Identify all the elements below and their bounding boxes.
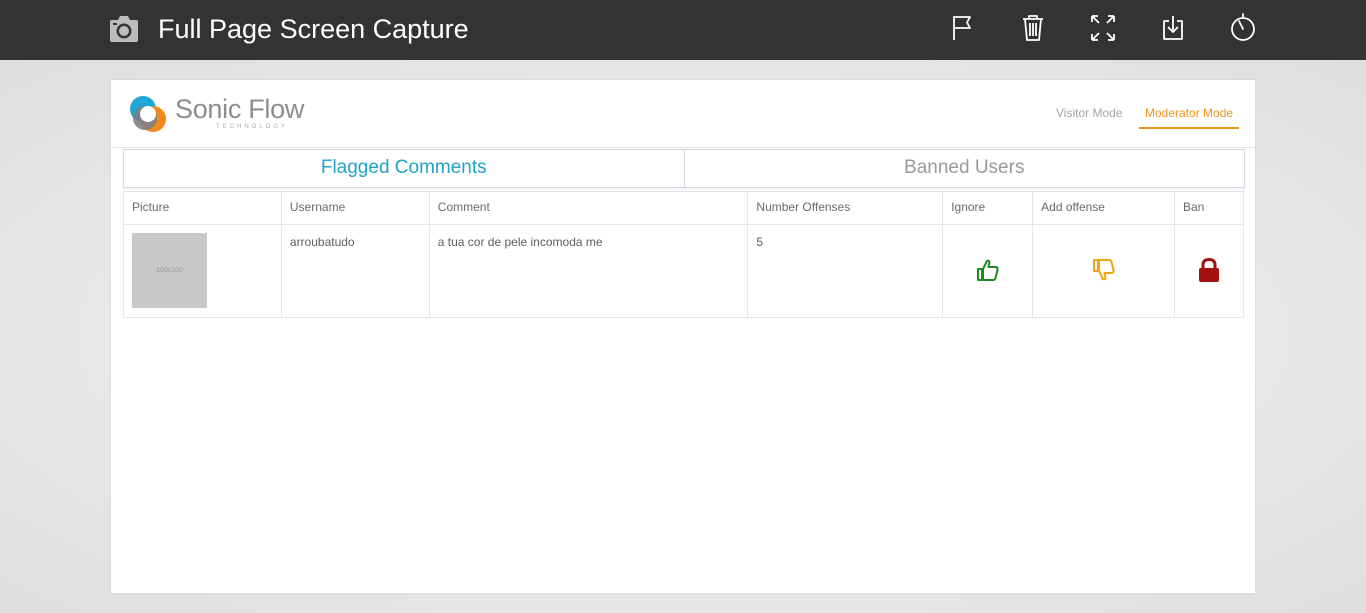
table-header-row: Picture Username Comment Number Offenses… [123, 191, 1244, 225]
thumbs-up-icon[interactable] [976, 258, 1000, 282]
column-header-ignore: Ignore [942, 191, 1034, 225]
logo-name: Sonic Flow [175, 94, 305, 124]
expand-icon[interactable] [1088, 12, 1118, 44]
flagged-comments-table: Picture Username Comment Number Offenses… [123, 191, 1244, 318]
visitor-mode-link[interactable]: Visitor Mode [1056, 106, 1122, 120]
capture-title: Full Page Screen Capture [158, 14, 469, 44]
camera-icon [108, 14, 140, 44]
tab-banned-users[interactable]: Banned Users [685, 150, 1245, 187]
logo-mark-icon [127, 93, 169, 135]
tab-bar: Flagged Comments Banned Users [123, 149, 1245, 188]
site-logo[interactable]: Sonic Flow TECHNOLOGY [127, 92, 327, 138]
column-header-add-offense: Add offense [1032, 191, 1175, 225]
table-row: 100x100 arroubatudo a tua cor de pele in… [123, 224, 1244, 318]
download-icon[interactable] [1158, 12, 1188, 44]
username-cell: arroubatudo [280, 224, 430, 318]
tab-flagged-comments[interactable]: Flagged Comments [124, 150, 685, 187]
captured-page: Sonic Flow TECHNOLOGY Visitor Mode Moder… [111, 80, 1255, 593]
add-offense-cell [1032, 224, 1175, 318]
flag-icon[interactable] [948, 12, 978, 44]
column-header-offenses: Number Offenses [747, 191, 944, 225]
column-header-username: Username [280, 191, 430, 225]
ban-cell [1174, 224, 1244, 318]
column-header-ban: Ban [1174, 191, 1244, 225]
site-header: Sonic Flow TECHNOLOGY Visitor Mode Moder… [111, 80, 1255, 148]
comment-cell: a tua cor de pele incomoda me [428, 224, 749, 318]
capture-toolbar: Full Page Screen Capture [0, 0, 1366, 60]
user-picture-placeholder: 100x100 [132, 233, 207, 308]
offenses-cell: 5 [747, 224, 944, 318]
lock-icon[interactable] [1198, 257, 1220, 282]
ignore-cell [942, 224, 1034, 318]
picture-cell: 100x100 [123, 224, 282, 318]
trash-icon[interactable] [1018, 12, 1048, 44]
column-header-picture: Picture [123, 191, 282, 225]
timer-icon[interactable] [1228, 12, 1258, 44]
logo-subtitle: TECHNOLOGY [216, 124, 289, 130]
moderator-mode-link[interactable]: Moderator Mode [1139, 100, 1240, 129]
placeholder-label: 100x100 [156, 267, 183, 274]
thumbs-down-icon[interactable] [1092, 258, 1116, 282]
column-header-comment: Comment [428, 191, 749, 225]
